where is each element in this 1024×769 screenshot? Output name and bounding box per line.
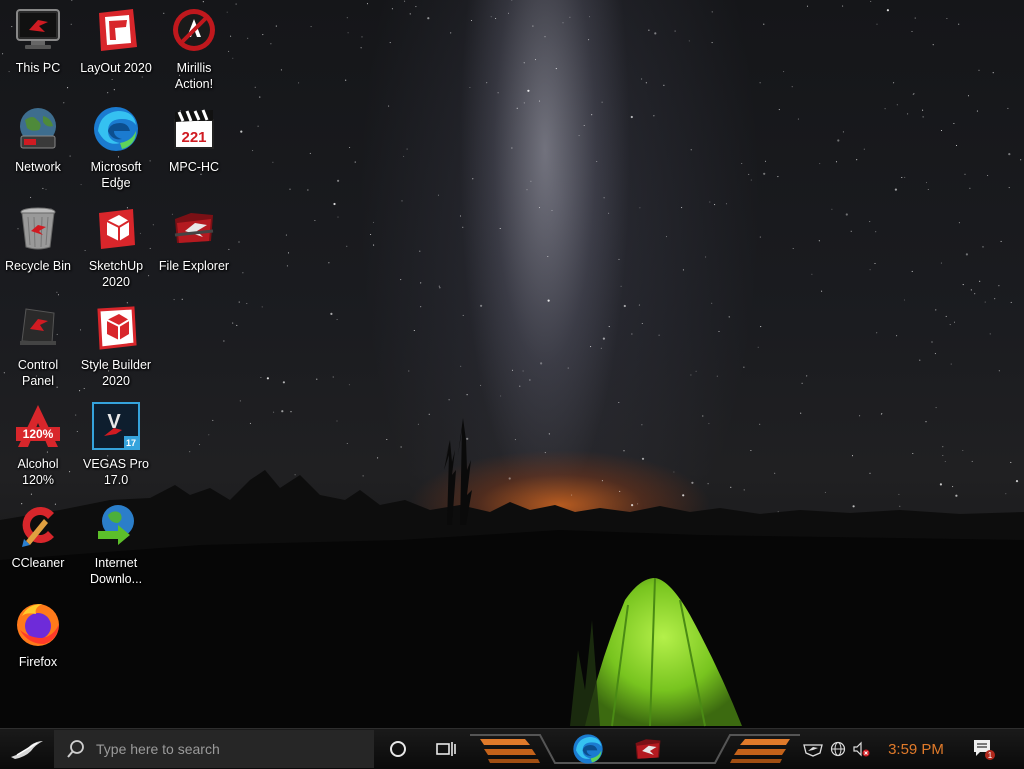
idm-icon (92, 501, 140, 549)
taskbar: 3:59 PM 1 (0, 728, 1024, 769)
desktop-icon-label: This PC (15, 61, 61, 75)
desktop-icon-label: Style Builder 2020 (80, 358, 152, 388)
edge-icon (92, 105, 140, 153)
desktop-icon-internet-download-manager[interactable]: Internet Downlo... (78, 497, 154, 593)
mirillis-icon (170, 6, 218, 54)
desktop-icon-alcohol-120[interactable]: 120% Alcohol 120% (0, 398, 76, 494)
desktop-icon-vegas-pro-17[interactable]: V 17 VEGAS Pro 17.0 (78, 398, 154, 494)
desktop-icon-label: CCleaner (11, 556, 65, 570)
cortana-circle-icon (390, 741, 406, 757)
desktop-icon-mpc-hc[interactable]: 221 MPC-HC (156, 101, 232, 197)
tray-network-button[interactable] (828, 729, 848, 769)
desktop-icon-label: VEGAS Pro 17.0 (83, 457, 149, 487)
file-explorer-icon (635, 739, 661, 759)
search-box[interactable] (54, 730, 374, 768)
desktop-icon-layout-2020[interactable]: LayOut 2020 (78, 2, 154, 98)
desktop-icon-mirillis-action[interactable]: Mirillis Action! (156, 2, 232, 98)
desktop-icon-control-panel[interactable]: Control Panel (0, 299, 76, 395)
desktop: This PC LayOut 2020 Mirillis Action! Net… (0, 0, 1024, 728)
desktop-icon-sketchup-2020[interactable]: SketchUp 2020 (78, 200, 154, 296)
svg-text:221: 221 (181, 129, 206, 146)
tray-volume-button[interactable] (850, 729, 872, 769)
svg-text:17: 17 (126, 438, 136, 448)
sketchup-icon (92, 204, 140, 252)
desktop-icon-label: File Explorer (158, 259, 230, 273)
edge-icon (573, 734, 603, 764)
desktop-icon-microsoft-edge[interactable]: Microsoft Edge (78, 101, 154, 197)
start-button[interactable] (0, 729, 54, 769)
desktop-icon-firefox[interactable]: Firefox (0, 596, 76, 692)
desktop-icon-label: Firefox (18, 655, 58, 669)
desktop-icon-style-builder-2020[interactable]: Style Builder 2020 (78, 299, 154, 395)
notification-badge: 1 (988, 751, 993, 760)
rog-tray-icon (803, 744, 823, 757)
task-view-button[interactable] (430, 729, 462, 769)
desktop-icon-label: MPC-HC (169, 160, 219, 174)
desktop-icon-label: SketchUp 2020 (88, 259, 144, 289)
desktop-icon-recycle-bin[interactable]: Recycle Bin (0, 200, 76, 296)
action-center-button[interactable]: 1 (968, 729, 998, 769)
network-globe-icon (830, 741, 846, 757)
task-view-icon (436, 742, 456, 756)
alcohol-icon: 120% (14, 402, 62, 450)
firefox-icon (14, 600, 62, 648)
recycle-bin-icon (14, 204, 62, 252)
this-pc-icon (14, 6, 62, 54)
rog-start-icon (11, 741, 43, 759)
search-icon (67, 740, 84, 758)
notifications-icon: 1 (974, 740, 995, 760)
desktop-icon-label: Recycle Bin (5, 259, 71, 273)
taskbar-file-explorer-button[interactable] (628, 729, 668, 769)
volume-muted-icon (853, 741, 870, 757)
desktop-icon-ccleaner[interactable]: CCleaner (0, 497, 76, 593)
file-explorer-icon (170, 204, 218, 252)
clock[interactable]: 3:59 PM (878, 729, 954, 769)
desktop-icon-network[interactable]: Network (0, 101, 76, 197)
tray-rog-button[interactable] (800, 729, 826, 769)
control-panel-icon (14, 303, 62, 351)
ccleaner-icon (14, 501, 62, 549)
desktop-icon-label: Network (15, 160, 61, 174)
vegas-icon: V 17 (92, 402, 140, 450)
desktop-icon-label: Alcohol 120% (17, 457, 59, 487)
desktop-icon-label: LayOut 2020 (80, 61, 152, 75)
desktop-icon-file-explorer[interactable]: File Explorer (156, 200, 232, 296)
taskbar-edge-button[interactable] (568, 729, 608, 769)
search-input[interactable] (94, 740, 368, 758)
network-icon (14, 105, 62, 153)
mpc-hc-icon: 221 (170, 105, 218, 153)
cortana-button[interactable] (382, 729, 414, 769)
desktop-icon-label: Microsoft Edge (90, 160, 142, 190)
desktop-icon-label: Control Panel (17, 358, 59, 388)
layout-icon (92, 6, 140, 54)
svg-text:120%: 120% (23, 427, 54, 441)
style-builder-icon (92, 303, 140, 351)
desktop-icon-this-pc[interactable]: This PC (0, 2, 76, 98)
desktop-icon-label: Internet Downlo... (89, 556, 143, 586)
desktop-icon-label: Mirillis Action! (174, 61, 214, 91)
